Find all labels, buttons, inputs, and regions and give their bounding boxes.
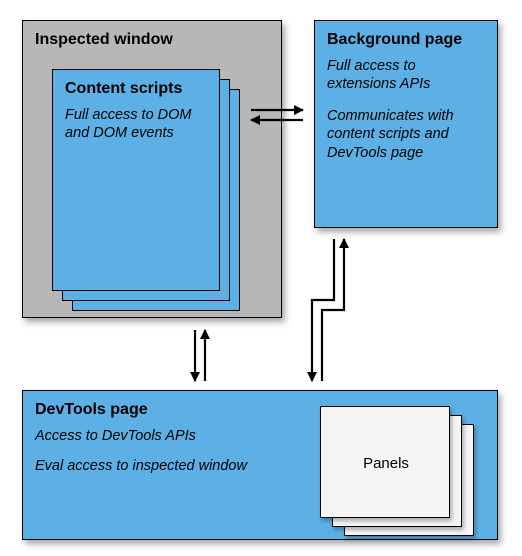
background-page-desc2: Communicates with content scripts and De… bbox=[327, 107, 485, 161]
panels-label: Panels bbox=[321, 455, 451, 472]
panel-card: Panels bbox=[320, 406, 450, 518]
content-scripts-title: Content scripts bbox=[65, 80, 207, 98]
background-page-title: Background page bbox=[327, 31, 485, 49]
background-page-desc1: Full access to extensions APIs bbox=[327, 57, 485, 93]
diagram-canvas: Inspected window Content scripts Full ac… bbox=[0, 0, 522, 556]
content-scripts-box: Content scripts Full access to DOM and D… bbox=[52, 69, 220, 291]
inspected-window-title: Inspected window bbox=[35, 31, 269, 49]
background-page-box: Background page Full access to extension… bbox=[314, 20, 498, 228]
content-scripts-desc: Full access to DOM and DOM events bbox=[65, 106, 195, 142]
